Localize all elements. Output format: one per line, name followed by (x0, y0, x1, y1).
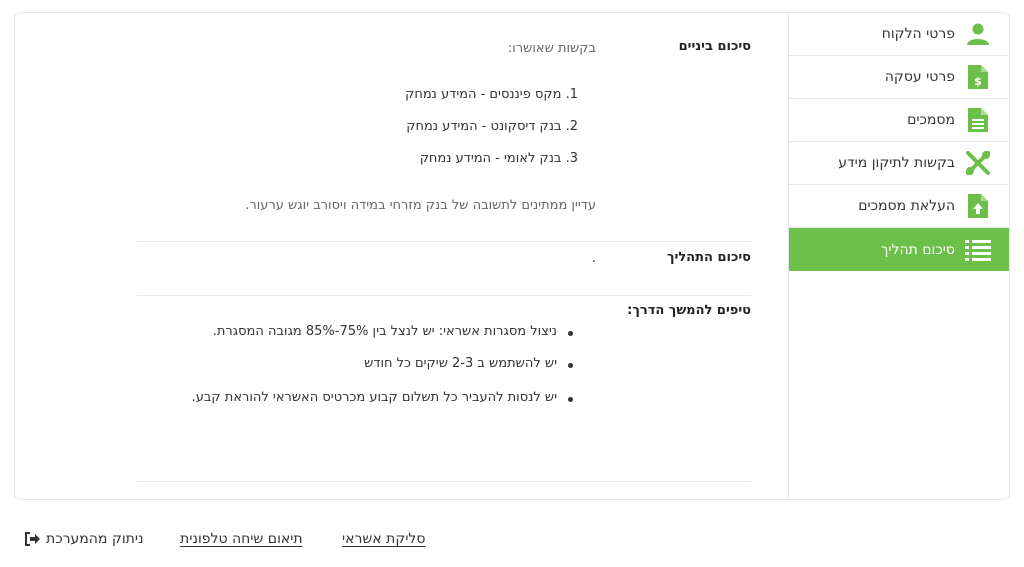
logout-label: ניתוק מהמערכת (46, 531, 144, 547)
approved-requests-label: בקשות שאושרו: (507, 41, 596, 56)
document-icon (965, 107, 991, 133)
schedule-call-link[interactable]: תיאום שיחה טלפונית (180, 531, 303, 547)
tip-item: יש להשתמש ב 2-3 שיקים כל חודש (364, 356, 557, 371)
divider (137, 295, 751, 296)
approved-item: 2. בנק דיסקונט - המידע נמחק (406, 119, 578, 134)
main-card: סיכום ביניים בקשות שאושרו: 1. מקס פיננסי… (14, 12, 1010, 500)
sidebar-item-label: מסמכים (907, 112, 955, 128)
tools-icon (965, 150, 991, 176)
sidebar-item-process-summary[interactable]: סיכום תהליך (789, 228, 1009, 271)
divider (137, 481, 751, 482)
invoice-icon: $ (965, 64, 991, 90)
sign-out-icon (25, 532, 40, 546)
tips-title: טיפים להמשך הדרך: (627, 303, 751, 318)
svg-text:$: $ (974, 75, 982, 88)
sidebar-item-label: העלאת מסמכים (858, 198, 955, 214)
tip-item: יש לנסות להעביר כל תשלום קבוע מכרטיס האש… (191, 390, 557, 405)
sidebar-item-label: פרטי הלקוח (881, 26, 955, 42)
waiting-note: עדיין ממתינים לתשובה של בנק מזרחי במידה … (245, 198, 596, 213)
logout-button[interactable]: ניתוק מהמערכת (24, 531, 144, 547)
divider (137, 241, 751, 242)
bullet (568, 397, 573, 402)
summary-content: סיכום ביניים בקשות שאושרו: 1. מקס פיננסי… (137, 13, 751, 499)
bullet (568, 331, 573, 336)
bullet (568, 363, 573, 368)
sidebar-item-label: פרטי עסקה (884, 69, 955, 85)
sidebar-item-label: בקשות לתיקון מידע (838, 155, 955, 171)
sidebar-item-correction-requests[interactable]: בקשות לתיקון מידע (789, 142, 1009, 185)
approved-item: 1. מקס פיננסים - המידע נמחק (405, 87, 578, 102)
sidebar-item-deal-details[interactable]: $ פרטי עסקה (789, 56, 1009, 99)
sidebar: פרטי הלקוח $ פרטי עסקה מסמכים בקשות לתיק… (788, 13, 1009, 499)
sidebar-item-label: סיכום תהליך (880, 241, 955, 258)
sidebar-item-documents[interactable]: מסמכים (789, 99, 1009, 142)
interim-summary-title: סיכום ביניים (678, 39, 751, 54)
credit-clearing-link[interactable]: סליקת אשראי (342, 531, 425, 547)
list-icon (965, 237, 991, 263)
process-summary-title: סיכום התהליך (666, 250, 751, 265)
user-icon (965, 21, 991, 47)
upload-file-icon (965, 193, 991, 219)
approved-item: 3. בנק לאומי - המידע נמחק (419, 151, 578, 166)
tip-item: ניצול מסגרות אשראי: יש לנצל בין 75%-85% … (212, 324, 557, 339)
sidebar-item-customer-details[interactable]: פרטי הלקוח (789, 13, 1009, 56)
sidebar-item-upload-documents[interactable]: העלאת מסמכים (789, 185, 1009, 228)
process-summary-value: . (591, 251, 596, 266)
